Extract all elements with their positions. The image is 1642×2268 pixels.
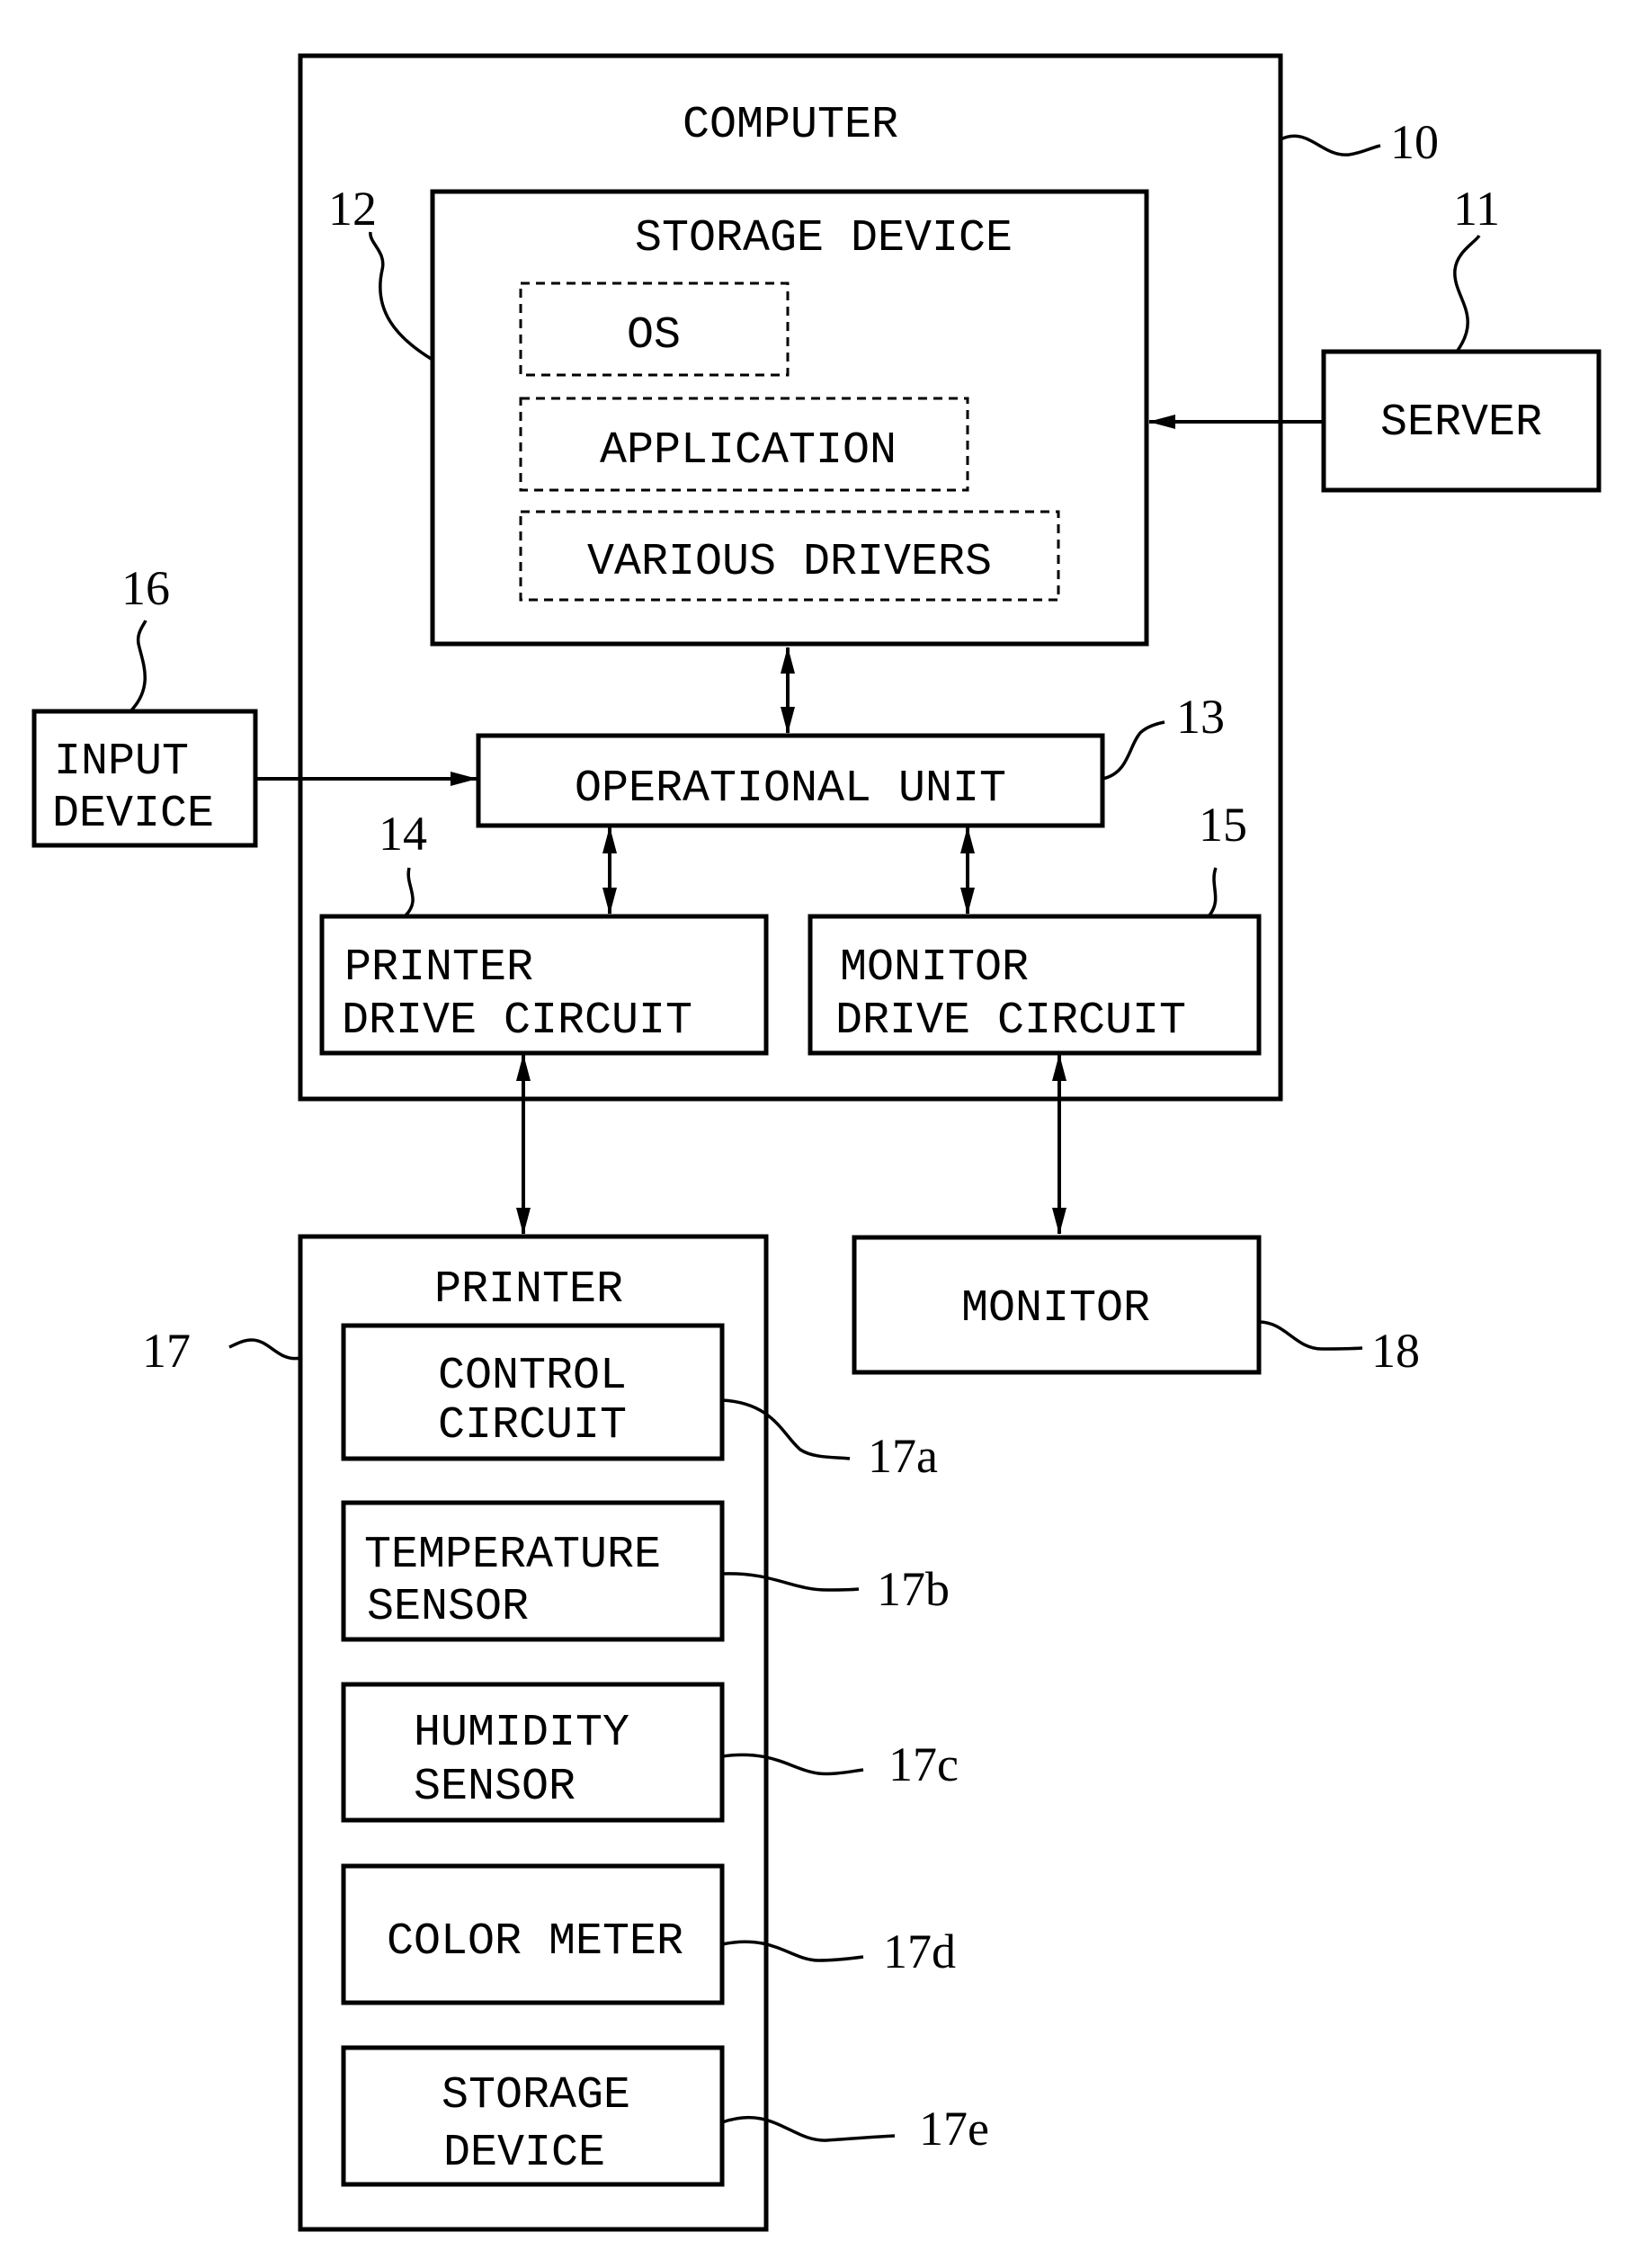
printer-drive-circuit-block: PRINTER DRIVE CIRCUIT 14: [319, 807, 769, 1056]
humidity-sensor-leader: [721, 1753, 864, 1776]
input-device-block: INPUT DEVICE 16: [31, 561, 258, 848]
temperature-sensor-line-2: SENSOR: [367, 1582, 529, 1633]
server-ref: 11: [1453, 182, 1500, 236]
printer-drive-ref: 14: [379, 807, 427, 861]
monitor-drive-circuit-block: MONITOR DRIVE CIRCUIT 15: [808, 798, 1262, 1056]
server-leader: [1453, 234, 1481, 353]
operational-unit-label: OPERATIONAL UNIT: [575, 763, 1006, 815]
storage-device-ref: 12: [328, 182, 377, 236]
temperature-sensor-line-1: TEMPERATURE: [364, 1530, 661, 1581]
control-circuit-block: CONTROL CIRCUIT 17a: [341, 1323, 938, 1483]
computer-leader: [1280, 134, 1381, 156]
color-meter-label: COLOR METER: [387, 1916, 683, 1968]
printer-drive-line-2: DRIVE CIRCUIT: [342, 996, 692, 1047]
control-circuit-leader: [721, 1398, 851, 1460]
control-circuit-line-1: CONTROL: [438, 1351, 627, 1402]
operational-unit-block: OPERATIONAL UNIT 13: [476, 690, 1225, 828]
monitor-label: MONITOR: [961, 1283, 1150, 1335]
control-circuit-ref: 17a: [868, 1429, 938, 1483]
temperature-sensor-leader: [721, 1572, 860, 1592]
computer-ref: 10: [1390, 115, 1439, 169]
input-device-leader: [129, 620, 147, 713]
server-label: SERVER: [1380, 397, 1542, 449]
humidity-sensor-block: HUMIDITY SENSOR 17c: [341, 1682, 959, 1823]
operational-unit-leader: [1102, 720, 1165, 781]
computer-label: COMPUTER: [683, 100, 898, 151]
block-diagram: COMPUTER 10 STORAGE DEVICE 12 OS APPLICA…: [31, 53, 1602, 2232]
monitor-drive-line-1: MONITOR: [840, 942, 1029, 994]
humidity-sensor-line-1: HUMIDITY: [414, 1708, 629, 1759]
storage-device-leader: [369, 231, 433, 362]
printer-ref: 17: [142, 1324, 191, 1378]
input-device-ref: 16: [121, 561, 170, 615]
monitor-drive-line-2: DRIVE CIRCUIT: [835, 996, 1186, 1047]
humidity-sensor-line-2: SENSOR: [414, 1762, 576, 1813]
printer-drive-leader: [403, 867, 415, 918]
temperature-sensor-ref: 17b: [877, 1562, 950, 1616]
printer-label: PRINTER: [434, 1264, 623, 1316]
printer-storage-ref: 17e: [919, 2102, 989, 2156]
printer-storage-device-block: STORAGE DEVICE 17e: [341, 2045, 989, 2187]
monitor-leader: [1258, 1320, 1363, 1351]
printer-drive-line-1: PRINTER: [344, 942, 533, 994]
input-device-line-1: INPUT: [54, 737, 189, 788]
monitor-block: MONITOR 18: [852, 1235, 1420, 1378]
input-device-line-2: DEVICE: [52, 789, 214, 840]
various-drivers-label: VARIOUS DRIVERS: [587, 537, 992, 588]
os-label: OS: [627, 310, 681, 362]
printer-storage-leader: [721, 2116, 896, 2142]
printer-block: PRINTER 17 CONTROL CIRCUIT 17a TEMPERATU…: [142, 1234, 989, 2232]
temperature-sensor-block: TEMPERATURE SENSOR 17b: [341, 1500, 950, 1642]
printer-leader: [228, 1338, 301, 1361]
server-block: SERVER 11: [1321, 182, 1602, 493]
operational-unit-ref: 13: [1176, 690, 1225, 744]
color-meter-ref: 17d: [883, 1924, 956, 1978]
monitor-drive-leader: [1207, 867, 1218, 918]
monitor-ref: 18: [1371, 1324, 1420, 1378]
printer-storage-line-2: DEVICE: [443, 2128, 605, 2179]
application-label: APPLICATION: [600, 425, 897, 477]
printer-storage-line-1: STORAGE: [442, 2070, 630, 2121]
color-meter-leader: [721, 1940, 864, 1962]
monitor-drive-ref: 15: [1199, 798, 1247, 852]
storage-device-label: STORAGE DEVICE: [635, 213, 1013, 264]
control-circuit-line-2: CIRCUIT: [438, 1400, 627, 1451]
humidity-sensor-ref: 17c: [888, 1737, 959, 1791]
color-meter-block: COLOR METER 17d: [341, 1863, 956, 2005]
storage-device-block: STORAGE DEVICE 12 OS APPLICATION VARIOUS…: [328, 182, 1149, 647]
